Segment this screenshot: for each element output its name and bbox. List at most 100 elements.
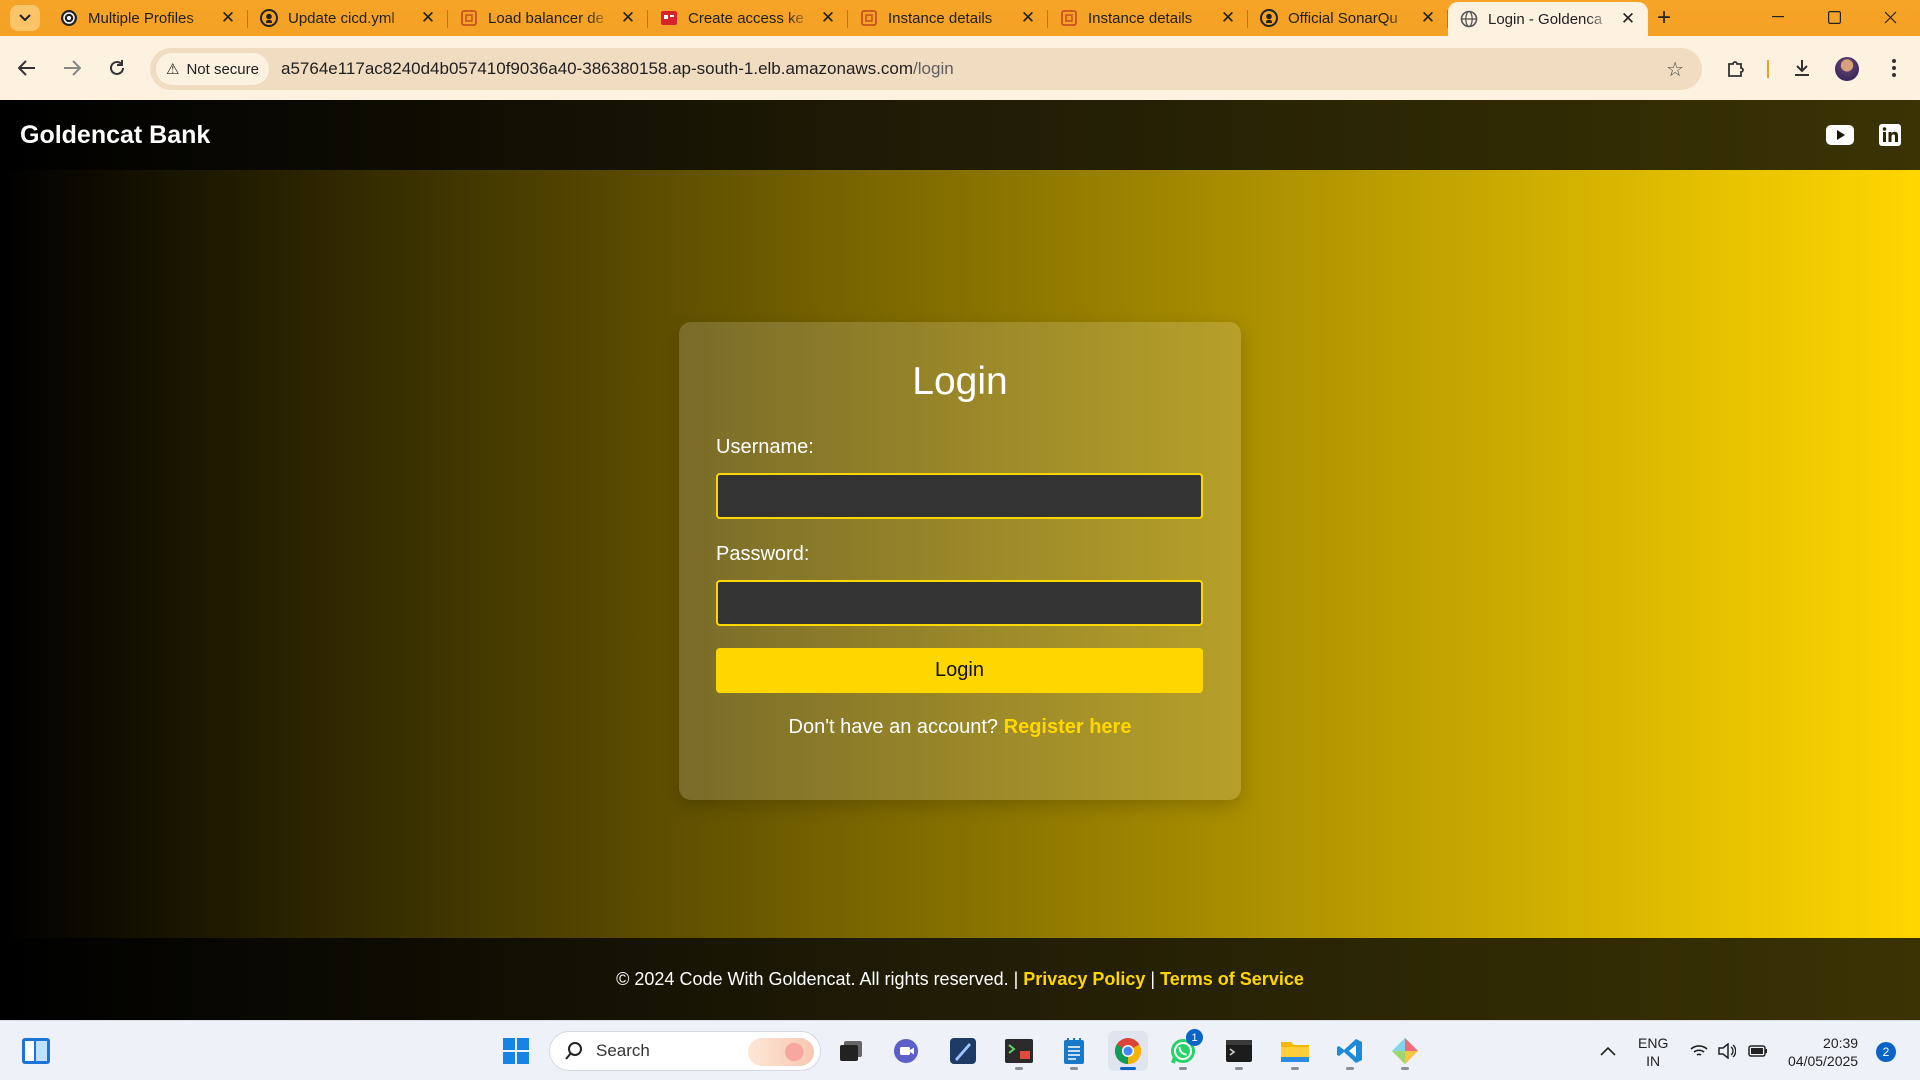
- youtube-link[interactable]: [1826, 122, 1854, 148]
- close-icon[interactable]: ✕: [418, 8, 438, 28]
- url-text[interactable]: a5764e117ac8240d4b057410f9036a40-3863801…: [281, 59, 954, 79]
- star-icon[interactable]: ☆: [1666, 57, 1684, 82]
- git-app[interactable]: [1385, 1031, 1425, 1071]
- register-link[interactable]: Register here: [1004, 716, 1132, 738]
- whatsapp-unread-badge: 1: [1186, 1029, 1203, 1046]
- new-tab-button[interactable]: +: [1650, 4, 1678, 32]
- login-button[interactable]: Login: [716, 648, 1203, 693]
- close-icon[interactable]: ✕: [218, 8, 238, 28]
- running-indicator: [1291, 1067, 1299, 1070]
- chrome-icon: [1114, 1038, 1142, 1065]
- terminal-icon: [1226, 1040, 1252, 1062]
- address-bar[interactable]: ⚠ Not secure a5764e117ac8240d4b057410f90…: [150, 48, 1702, 90]
- login-card: Login Username: Password: Login Don't ha…: [679, 322, 1241, 800]
- notepad-app[interactable]: [1054, 1031, 1094, 1071]
- tray-overflow-button[interactable]: [1600, 1021, 1616, 1080]
- speaker-icon: [1718, 1043, 1736, 1059]
- register-prompt: Don't have an account? Register here: [679, 716, 1241, 739]
- menu-button[interactable]: [1878, 52, 1910, 84]
- username-input[interactable]: [716, 473, 1203, 519]
- task-view-button[interactable]: [831, 1031, 871, 1071]
- close-icon[interactable]: ✕: [1418, 8, 1438, 28]
- teams-meet-app[interactable]: [887, 1031, 927, 1071]
- privacy-policy-link[interactable]: Privacy Policy: [1023, 969, 1145, 990]
- chrome-app[interactable]: [1108, 1031, 1148, 1071]
- notification-count-badge[interactable]: 2: [1876, 1042, 1896, 1062]
- file-explorer-app[interactable]: [1275, 1031, 1315, 1071]
- more-vert-icon: [1892, 59, 1896, 77]
- site-footer: © 2024 Code With Goldencat. All rights r…: [0, 938, 1920, 1020]
- brand-title[interactable]: Goldencat Bank: [20, 121, 210, 150]
- volume-status[interactable]: [1718, 1021, 1736, 1080]
- tab-load-balancer[interactable]: Load balancer de ✕: [448, 2, 648, 34]
- aws-ec2-icon: [1060, 9, 1078, 27]
- close-icon[interactable]: ✕: [1618, 9, 1638, 29]
- tab-title: Multiple Profiles: [88, 9, 194, 27]
- tab-official-sonarqube[interactable]: Official SonarQu ✕: [1248, 2, 1448, 34]
- warning-icon: ⚠: [166, 61, 180, 78]
- whatsapp-app[interactable]: 1: [1163, 1029, 1203, 1071]
- windows-taskbar: Search 1 ENG IN 20:39 04/05/2025 2: [0, 1020, 1920, 1080]
- widgets-button[interactable]: [16, 1031, 56, 1071]
- battery-status[interactable]: [1748, 1021, 1768, 1080]
- maximize-button[interactable]: [1806, 0, 1862, 34]
- tab-instance-details-1[interactable]: Instance details ✕: [848, 2, 1048, 34]
- clock-date: 04/05/2025: [1788, 1053, 1859, 1069]
- back-button[interactable]: [11, 52, 43, 84]
- running-indicator: [1235, 1067, 1243, 1070]
- start-button[interactable]: [496, 1031, 536, 1071]
- extensions-button[interactable]: [1720, 52, 1752, 84]
- tab-search-button[interactable]: [10, 5, 40, 31]
- close-icon: [1884, 11, 1896, 23]
- linkedin-link[interactable]: [1876, 122, 1904, 148]
- pen-app-icon: [950, 1038, 976, 1064]
- close-icon[interactable]: ✕: [618, 8, 638, 28]
- git-bash-app[interactable]: [999, 1031, 1039, 1071]
- profile-avatar[interactable]: [1835, 57, 1859, 81]
- search-placeholder: Search: [596, 1041, 650, 1060]
- downloads-button[interactable]: [1786, 52, 1818, 84]
- close-window-button[interactable]: [1862, 0, 1918, 34]
- password-input[interactable]: [716, 580, 1203, 626]
- region-code: IN: [1646, 1053, 1661, 1069]
- security-chip[interactable]: ⚠ Not secure: [156, 53, 269, 85]
- close-icon[interactable]: ✕: [818, 8, 838, 28]
- globe-icon: [1460, 10, 1478, 28]
- windows-icon: [503, 1038, 529, 1064]
- maximize-icon: [1827, 10, 1841, 24]
- wifi-icon: [1690, 1045, 1708, 1056]
- taskbar-clock[interactable]: 20:39 04/05/2025: [1788, 1034, 1858, 1070]
- close-icon[interactable]: ✕: [1018, 8, 1038, 28]
- github-icon: [260, 9, 278, 27]
- vscode-app[interactable]: [1330, 1031, 1370, 1071]
- snipping-app[interactable]: [943, 1031, 983, 1071]
- terms-of-service-link[interactable]: Terms of Service: [1160, 969, 1304, 990]
- close-icon[interactable]: ✕: [1218, 8, 1238, 28]
- reload-button[interactable]: [101, 52, 133, 84]
- minimize-button[interactable]: [1750, 0, 1806, 34]
- aws-iam-icon: [660, 9, 678, 27]
- terminal-app[interactable]: [1219, 1031, 1259, 1071]
- running-indicator: [1015, 1067, 1023, 1070]
- search-icon: [565, 1042, 582, 1060]
- site-header: Goldencat Bank: [0, 100, 1920, 170]
- running-indicator: [1179, 1067, 1187, 1070]
- running-indicator: [1120, 1067, 1136, 1070]
- url-path: /login: [913, 59, 954, 78]
- task-view-icon: [840, 1041, 862, 1061]
- network-status[interactable]: [1690, 1021, 1708, 1080]
- arrow-right-icon: [64, 60, 81, 76]
- copyright-text: © 2024 Code With Goldencat. All rights r…: [616, 968, 1019, 989]
- input-language[interactable]: ENG IN: [1638, 1034, 1668, 1070]
- tab-create-access-key[interactable]: Create access ke ✕: [648, 2, 848, 34]
- page-viewport: Goldencat Bank Login Username: Password:…: [0, 100, 1920, 1020]
- taskbar-search[interactable]: Search: [549, 1031, 821, 1071]
- tab-update-cicd[interactable]: Update cicd.yml ✕: [248, 2, 448, 34]
- tab-title: Create access ke: [688, 9, 804, 27]
- forward-button[interactable]: [56, 52, 88, 84]
- tab-multiple-profiles[interactable]: Multiple Profiles ✕: [48, 2, 248, 34]
- tab-instance-details-2[interactable]: Instance details ✕: [1048, 2, 1248, 34]
- login-title: Login: [912, 360, 1008, 403]
- tab-login-goldencat[interactable]: Login - Goldenca ✕: [1448, 2, 1648, 36]
- battery-icon: [1748, 1045, 1767, 1057]
